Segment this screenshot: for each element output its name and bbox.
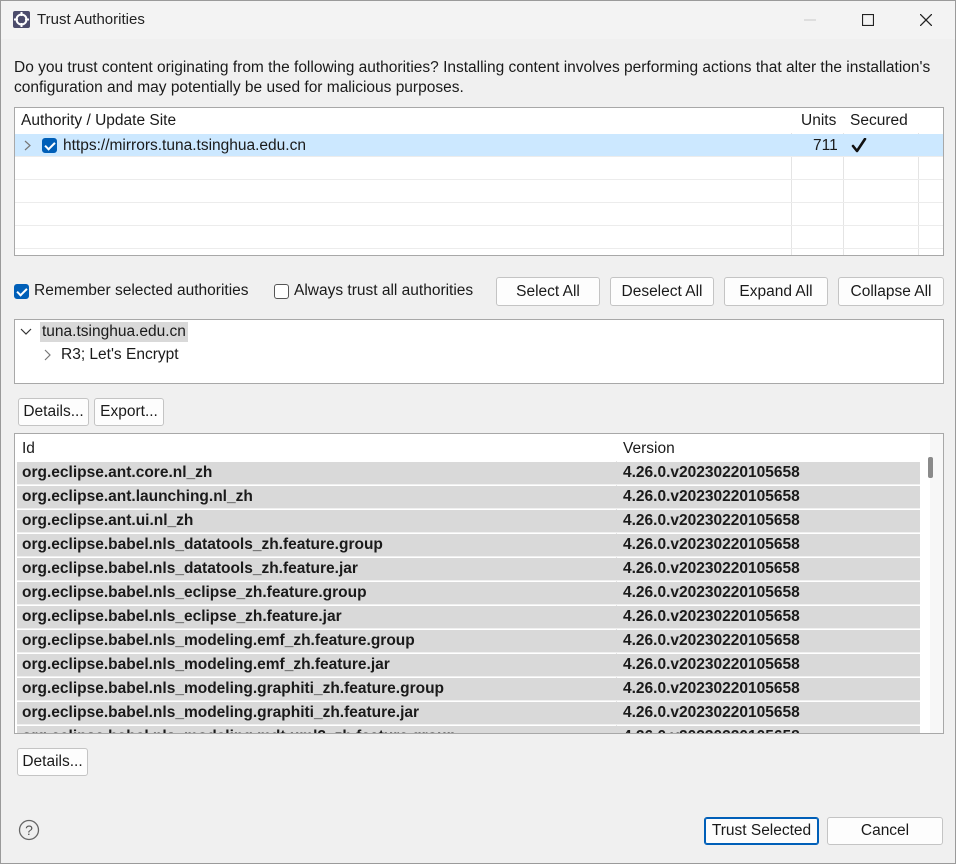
unit-id: org.eclipse.ant.ui.nl_zh — [22, 512, 194, 529]
table-row[interactable]: org.eclipse.ant.launching.nl_zh 4.26.0.v2… — [17, 486, 920, 509]
unit-id: org.eclipse.babel.nls_modeling.graphiti_… — [22, 680, 445, 697]
remember-selected-option[interactable]: Remember selected authorities — [14, 282, 249, 300]
column-header-authority[interactable]: Authority / Update Site — [21, 112, 176, 130]
unit-version: 4.26.0.v20230220105658 — [623, 536, 800, 553]
collapse-all-button[interactable]: Collapse All — [838, 277, 944, 306]
vertical-scrollbar[interactable] — [930, 434, 943, 733]
certificate-tree[interactable]: tuna.tsinghua.edu.cn R3; Let's Encrypt — [14, 319, 944, 384]
table-row — [15, 180, 943, 203]
table-row[interactable]: org.eclipse.babel.nls_modeling.graphiti_… — [17, 678, 920, 701]
trust-authorities-dialog: Trust Authorities Do you trust content o… — [0, 0, 956, 864]
table-row — [15, 226, 943, 249]
chevron-right-icon[interactable] — [24, 140, 32, 151]
column-header-version[interactable]: Version — [623, 440, 675, 458]
chevron-down-icon[interactable] — [20, 326, 34, 338]
authorities-table-header: Authority / Update Site Units Secured — [15, 108, 943, 133]
remember-label: Remember selected authorities — [34, 282, 249, 299]
column-header-secured[interactable]: Secured — [850, 112, 908, 130]
always-trust-label: Always trust all authorities — [294, 282, 474, 299]
maximize-icon — [862, 14, 874, 26]
unit-id: org.eclipse.babel.nls_modeling.emf_zh.fe… — [22, 632, 415, 649]
column-header-id[interactable]: Id — [22, 440, 35, 458]
chevron-right-icon[interactable] — [43, 349, 53, 361]
tree-node-root[interactable]: tuna.tsinghua.edu.cn — [20, 322, 188, 342]
table-row — [15, 157, 943, 180]
trust-selected-button[interactable]: Trust Selected — [704, 817, 819, 845]
units-table-header: Id Version — [15, 434, 920, 461]
select-all-button[interactable]: Select All — [496, 277, 600, 306]
unit-version: 4.26.0.v20230220105658 — [623, 728, 800, 733]
title-bar[interactable]: Trust Authorities — [1, 1, 955, 39]
unit-version: 4.26.0.v20230220105658 — [623, 488, 800, 505]
maximize-button[interactable] — [839, 1, 897, 39]
unit-version: 4.26.0.v20230220105658 — [623, 632, 800, 649]
table-row[interactable]: org.eclipse.babel.nls_modeling.emf_zh.fe… — [17, 630, 920, 653]
window-title: Trust Authorities — [37, 11, 145, 28]
table-row[interactable]: org.eclipse.babel.nls_datatools_zh.featu… — [17, 558, 920, 581]
always-trust-option[interactable]: Always trust all authorities — [274, 282, 473, 300]
minimize-icon — [804, 19, 816, 21]
table-row — [15, 203, 943, 226]
unit-version: 4.26.0.v20230220105658 — [623, 608, 800, 625]
table-row[interactable]: org.eclipse.babel.nls_eclipse_zh.feature… — [17, 606, 920, 629]
table-row[interactable]: org.eclipse.ant.ui.nl_zh 4.26.0.v20230220… — [17, 510, 920, 533]
expand-all-button[interactable]: Expand All — [724, 277, 828, 306]
export-button[interactable]: Export... — [94, 398, 164, 426]
table-row[interactable]: org.eclipse.babel.nls_modeling.graphiti_… — [17, 702, 920, 725]
cancel-button[interactable]: Cancel — [827, 817, 943, 845]
table-row[interactable]: org.eclipse.babel.nls_modeling.emf_zh.fe… — [17, 654, 920, 677]
deselect-all-button[interactable]: Deselect All — [610, 277, 714, 306]
table-row[interactable]: org.eclipse.ant.core.nl_zh 4.26.0.v202302… — [17, 462, 920, 485]
unit-id: org.eclipse.babel.nls_datatools_zh.featu… — [22, 560, 358, 577]
units-table[interactable]: Id Version org.eclipse.ant.core.nl_zh 4.2… — [14, 433, 944, 734]
unit-id: org.eclipse.babel.nls_modeling.mdt.uml2_… — [22, 728, 456, 733]
unit-version: 4.26.0.v20230220105658 — [623, 584, 800, 601]
unit-id: org.eclipse.babel.nls_modeling.emf_zh.fe… — [22, 656, 390, 673]
cert-details-button[interactable]: Details... — [18, 398, 89, 426]
close-button[interactable] — [897, 1, 955, 39]
svg-text:?: ? — [25, 822, 33, 838]
unit-id: org.eclipse.babel.nls_modeling.graphiti_… — [22, 704, 420, 721]
remember-checkbox[interactable] — [14, 283, 29, 299]
help-icon[interactable]: ? — [18, 819, 40, 841]
unit-version: 4.26.0.v20230220105658 — [623, 464, 800, 481]
column-header-units[interactable]: Units — [801, 112, 836, 130]
unit-version: 4.26.0.v20230220105658 — [623, 560, 800, 577]
unit-version: 4.26.0.v20230220105658 — [623, 704, 800, 721]
minimize-button[interactable] — [781, 1, 839, 39]
checkmark-icon — [851, 138, 867, 153]
unit-version: 4.26.0.v20230220105658 — [623, 680, 800, 697]
authority-checkbox[interactable] — [42, 138, 57, 153]
trust-description: Do you trust content originating from th… — [14, 59, 931, 96]
authority-units: 711 — [813, 137, 838, 154]
table-row[interactable]: org.eclipse.babel.nls_datatools_zh.featu… — [17, 534, 920, 557]
unit-version: 4.26.0.v20230220105658 — [623, 512, 800, 529]
table-row[interactable]: https://mirrors.tuna.tsinghua.edu.cn 711 — [15, 134, 943, 157]
unit-id: org.eclipse.ant.core.nl_zh — [22, 464, 213, 481]
authorities-table[interactable]: Authority / Update Site Units Secured ht… — [14, 107, 944, 256]
close-icon — [920, 14, 932, 26]
always-trust-checkbox[interactable] — [274, 283, 289, 299]
eclipse-app-icon — [13, 11, 30, 28]
table-row[interactable]: org.eclipse.babel.nls_eclipse_zh.feature… — [17, 582, 920, 605]
scrollbar-thumb[interactable] — [928, 457, 933, 478]
unit-version: 4.26.0.v20230220105658 — [623, 656, 800, 673]
tree-node-child[interactable]: R3; Let's Encrypt — [43, 346, 179, 364]
tree-node-label: R3; Let's Encrypt — [61, 346, 179, 363]
units-details-button[interactable]: Details... — [17, 748, 88, 776]
unit-id: org.eclipse.babel.nls_eclipse_zh.feature… — [22, 608, 342, 625]
unit-id: org.eclipse.ant.launching.nl_zh — [22, 488, 253, 505]
tree-node-label: tuna.tsinghua.edu.cn — [40, 322, 188, 342]
authority-site: https://mirrors.tuna.tsinghua.edu.cn — [63, 137, 306, 154]
unit-id: org.eclipse.babel.nls_datatools_zh.featu… — [22, 536, 383, 553]
unit-id: org.eclipse.babel.nls_eclipse_zh.feature… — [22, 584, 367, 601]
table-row[interactable]: org.eclipse.babel.nls_modeling.mdt.uml2_… — [17, 726, 920, 733]
